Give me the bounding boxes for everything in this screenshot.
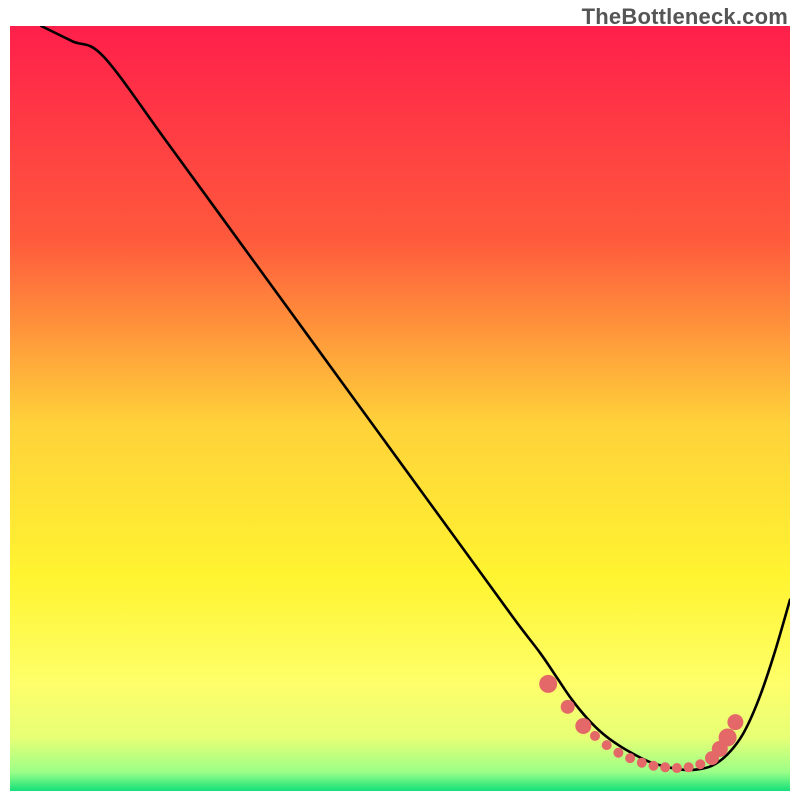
marker-dot — [625, 753, 635, 763]
marker-dot — [539, 675, 557, 693]
marker-dot — [637, 758, 647, 768]
marker-dot — [719, 728, 737, 746]
marker-dot — [672, 763, 682, 773]
marker-dot — [561, 700, 575, 714]
marker-dot — [660, 762, 670, 772]
chart-svg — [10, 26, 790, 791]
marker-dot — [575, 718, 591, 734]
marker-dot — [684, 762, 694, 772]
chart-stage: TheBottleneck.com — [0, 0, 800, 800]
gradient-background — [10, 26, 790, 791]
marker-dot — [590, 731, 600, 741]
marker-dot — [649, 761, 659, 771]
marker-dot — [602, 740, 612, 750]
chart-plot-area — [10, 26, 790, 791]
marker-dot — [727, 714, 743, 730]
watermark-text: TheBottleneck.com — [582, 4, 788, 30]
marker-dot — [695, 759, 705, 769]
marker-dot — [613, 748, 623, 758]
